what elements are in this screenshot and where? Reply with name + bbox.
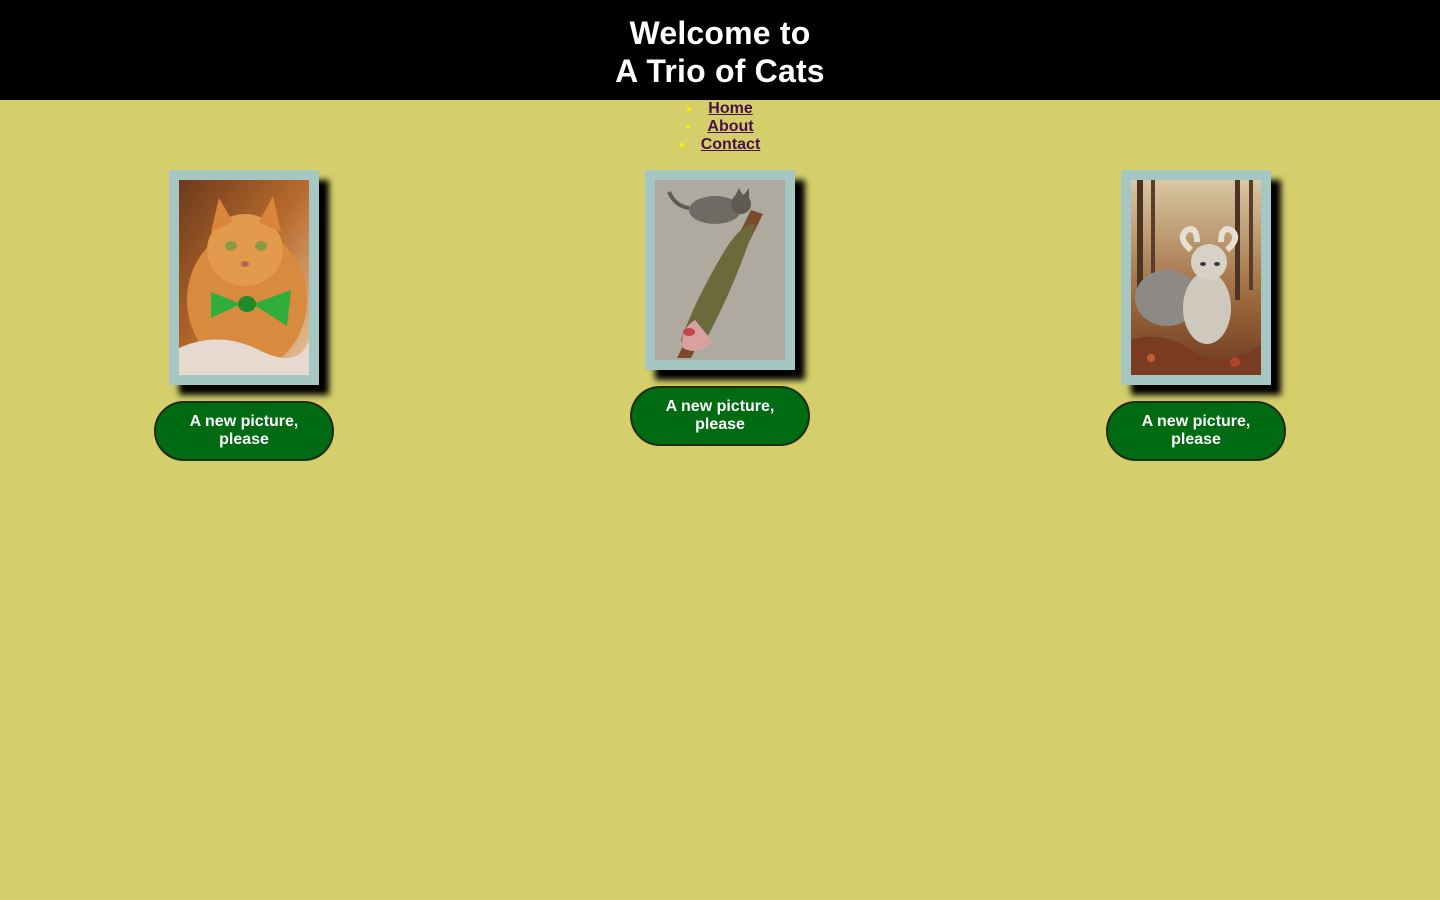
nav-list: Home About Contact xyxy=(0,100,1440,154)
main-nav: Home About Contact xyxy=(0,100,1440,154)
cat-photo-orange-bowtie xyxy=(179,180,309,375)
cat-photo-tabby-fish xyxy=(655,180,785,360)
nav-link-about[interactable]: About xyxy=(707,118,753,135)
nav-link-contact[interactable]: Contact xyxy=(701,136,761,153)
new-picture-button-2[interactable]: A new picture, please xyxy=(630,386,810,446)
photo-frame xyxy=(169,170,319,385)
new-picture-button-1[interactable]: A new picture, please xyxy=(154,401,334,461)
nav-item-contact: Contact xyxy=(0,136,1440,154)
nav-link-home[interactable]: Home xyxy=(708,100,752,117)
cat-card-2: A new picture, please xyxy=(630,170,810,446)
nav-item-about: About xyxy=(0,118,1440,136)
page-title-line2: A Trio of Cats xyxy=(615,53,825,89)
cat-card-3: A new picture, please xyxy=(1106,170,1286,461)
page-title: Welcome to A Trio of Cats xyxy=(0,0,1440,90)
photo-frame xyxy=(1121,170,1271,385)
nav-item-home: Home xyxy=(0,100,1440,118)
photo-frame xyxy=(645,170,795,370)
cat-photo-ram-costume xyxy=(1131,180,1261,375)
page-title-line1: Welcome to xyxy=(629,15,811,51)
cat-card-1: A new picture, please xyxy=(154,170,334,461)
site-header: Welcome to A Trio of Cats xyxy=(0,0,1440,100)
new-picture-button-3[interactable]: A new picture, please xyxy=(1106,401,1286,461)
